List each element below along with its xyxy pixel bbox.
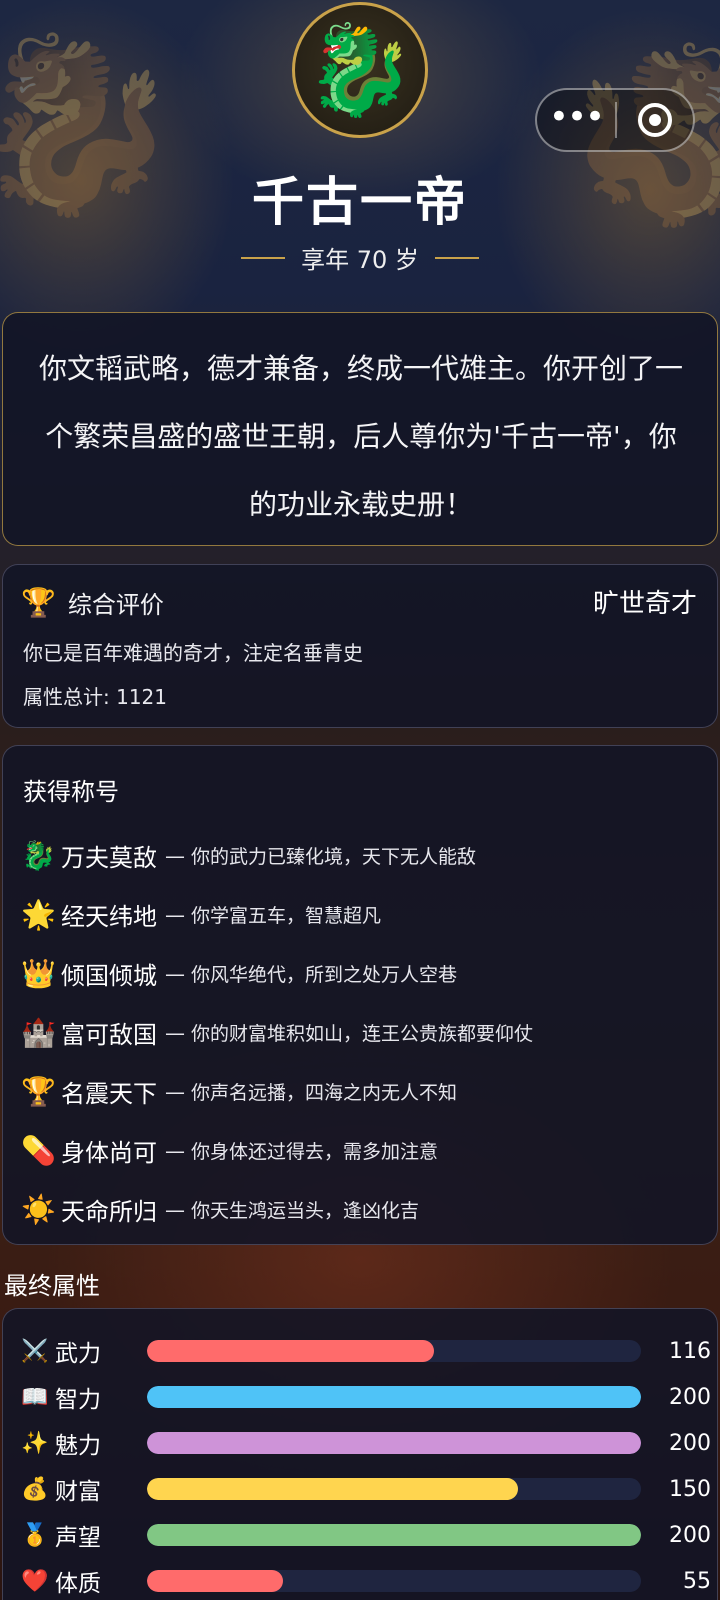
attribute-row-charm: ✨ 魅力 200 — [21, 1423, 711, 1463]
decorative-line-left — [241, 256, 286, 259]
more-dots-icon: ••• — [548, 97, 605, 137]
attribute-value: 200 — [669, 1522, 711, 1548]
crown-icon: 👑 — [21, 957, 56, 990]
attribute-value: 150 — [669, 1476, 711, 1502]
title-item: 🐉 万夫莫敌 — 你的武力已臻化境，天下无人能敌 — [21, 839, 477, 872]
sparkles-icon: ✨ — [21, 1430, 49, 1456]
sun-icon: ☀️ — [21, 1193, 56, 1226]
title-item: 🏰 富可敌国 — 你的财富堆积如山，连王公贵族都要仰仗 — [21, 1016, 534, 1049]
attribute-value: 200 — [669, 1430, 711, 1456]
avatar: 🐉 — [292, 2, 428, 138]
attribute-total: 属性总计: 1121 — [23, 685, 167, 709]
star-icon: 🌟 — [21, 898, 56, 931]
title-description: 你身体还过得去，需多加注意 — [191, 1141, 439, 1163]
attribute-row-constitution: ❤️ 体质 55 — [21, 1561, 711, 1600]
title-name: 倾国倾城 — [61, 962, 157, 990]
attribute-bar-track — [147, 1478, 641, 1500]
attributes-card: ⚔️ 武力 116 📖 智力 200 ✨ 魅力 200 💰 财富 150 🥇 声… — [2, 1308, 718, 1600]
attribute-row-intelligence: 📖 智力 200 — [21, 1377, 711, 1417]
money-bag-icon: 💰 — [21, 1476, 49, 1502]
attribute-bar-track — [147, 1340, 641, 1362]
attribute-name: 武力 — [55, 1341, 101, 1367]
heart-icon: ❤️ — [21, 1568, 49, 1594]
attribute-value: 116 — [669, 1338, 711, 1364]
title-item: 👑 倾国倾城 — 你风华绝代，所到之处万人空巷 — [21, 957, 458, 990]
evaluation-level: 旷世奇才 — [592, 589, 697, 619]
attribute-row-wealth: 💰 财富 150 — [21, 1469, 711, 1509]
attribute-name: 声望 — [55, 1525, 101, 1551]
close-mini-program-button[interactable] — [617, 103, 693, 137]
age-row: 享年 70 岁 — [0, 240, 720, 275]
titles-list: 🐉 万夫莫敌 — 你的武力已臻化境，天下无人能敌 🌟 经天纬地 — 你学富五车，… — [21, 826, 533, 1239]
castle-icon: 🏰 — [21, 1016, 56, 1049]
swords-icon: ⚔️ — [21, 1338, 49, 1364]
attribute-value: 55 — [683, 1568, 711, 1594]
attributes-heading: 最终属性 — [4, 1272, 100, 1300]
pill-icon: 💊 — [21, 1134, 56, 1167]
ending-story-card: 你文韬武略，德才兼备，终成一代雄主。你开创了一个繁荣昌盛的盛世王朝，后人尊你为'… — [2, 312, 718, 546]
attribute-name: 魅力 — [55, 1433, 101, 1459]
medal-icon: 🥇 — [21, 1522, 49, 1548]
trophy-icon: 🏆 — [21, 586, 56, 619]
target-circle-icon — [637, 103, 672, 137]
ending-story-text: 你文韬武略，德才兼备，终成一代雄主。你开创了一个繁荣昌盛的盛世王朝，后人尊你为'… — [39, 352, 684, 521]
titles-card: 获得称号 🐉 万夫莫敌 — 你的武力已臻化境，天下无人能敌 🌟 经天纬地 — 你… — [2, 745, 718, 1245]
attribute-bar-fill — [147, 1570, 283, 1592]
attribute-bar-fill — [147, 1340, 434, 1362]
title-name: 万夫莫敌 — [61, 844, 157, 872]
title-item: 💊 身体尚可 — 你身体还过得去，需多加注意 — [21, 1134, 439, 1167]
attribute-bar-fill — [147, 1478, 518, 1500]
title-description: 你学富五车，智慧超凡 — [191, 905, 382, 927]
attribute-bar-track — [147, 1570, 641, 1592]
book-icon: 📖 — [21, 1384, 49, 1410]
title-name: 富可敌国 — [61, 1021, 157, 1049]
title-description: 你声名远播，四海之内无人不知 — [191, 1082, 458, 1104]
attribute-name: 智力 — [55, 1387, 101, 1413]
title-name: 名震天下 — [61, 1080, 157, 1108]
title-description: 你天生鸿运当头，逢凶化吉 — [191, 1200, 420, 1222]
title-item: 🏆 名震天下 — 你声名远播，四海之内无人不知 — [21, 1075, 458, 1108]
title-item: 🌟 经天纬地 — 你学富五车，智慧超凡 — [21, 898, 382, 931]
attribute-bar-fill — [147, 1432, 641, 1454]
attribute-row-strength: ⚔️ 武力 116 — [21, 1331, 711, 1371]
mini-program-capsule: ••• — [535, 88, 695, 152]
title-name: 天命所归 — [61, 1198, 157, 1226]
title-description: 你风华绝代，所到之处万人空巷 — [191, 964, 458, 986]
title-description: 你的财富堆积如山，连王公贵族都要仰仗 — [191, 1023, 534, 1045]
attribute-value: 200 — [669, 1384, 711, 1410]
attribute-name: 财富 — [55, 1479, 101, 1505]
titles-heading: 获得称号 — [23, 778, 119, 806]
attribute-bar-track — [147, 1386, 641, 1408]
title-description: 你的武力已臻化境，天下无人能敌 — [191, 846, 477, 868]
evaluation-header: 🏆 综合评价 — [21, 585, 164, 620]
more-options-button[interactable]: ••• — [537, 100, 615, 134]
attribute-bar-fill — [147, 1386, 641, 1408]
title-name: 身体尚可 — [61, 1139, 157, 1167]
age-label: 享年 70 岁 — [301, 246, 419, 274]
evaluation-card: 🏆 综合评价 旷世奇才 你已是百年难遇的奇才，注定名垂青史 属性总计: 1121 — [2, 564, 718, 728]
dragon-icon: 🐉 — [21, 839, 56, 872]
attribute-name: 体质 — [55, 1571, 101, 1597]
evaluation-title: 综合评价 — [67, 591, 164, 619]
evaluation-description: 你已是百年难遇的奇才，注定名垂青史 — [23, 641, 363, 665]
attribute-row-reputation: 🥇 声望 200 — [21, 1515, 711, 1555]
attribute-bar-track — [147, 1524, 641, 1546]
title-item: ☀️ 天命所归 — 你天生鸿运当头，逢凶化吉 — [21, 1193, 420, 1226]
attribute-bar-fill — [147, 1524, 641, 1546]
dragon-icon: 🐉 — [305, 18, 415, 121]
page-title: 千古一帝 — [251, 173, 468, 233]
trophy-icon: 🏆 — [21, 1075, 56, 1108]
title-name: 经天纬地 — [61, 903, 157, 931]
decorative-line-right — [434, 256, 479, 259]
attribute-bar-track — [147, 1432, 641, 1454]
